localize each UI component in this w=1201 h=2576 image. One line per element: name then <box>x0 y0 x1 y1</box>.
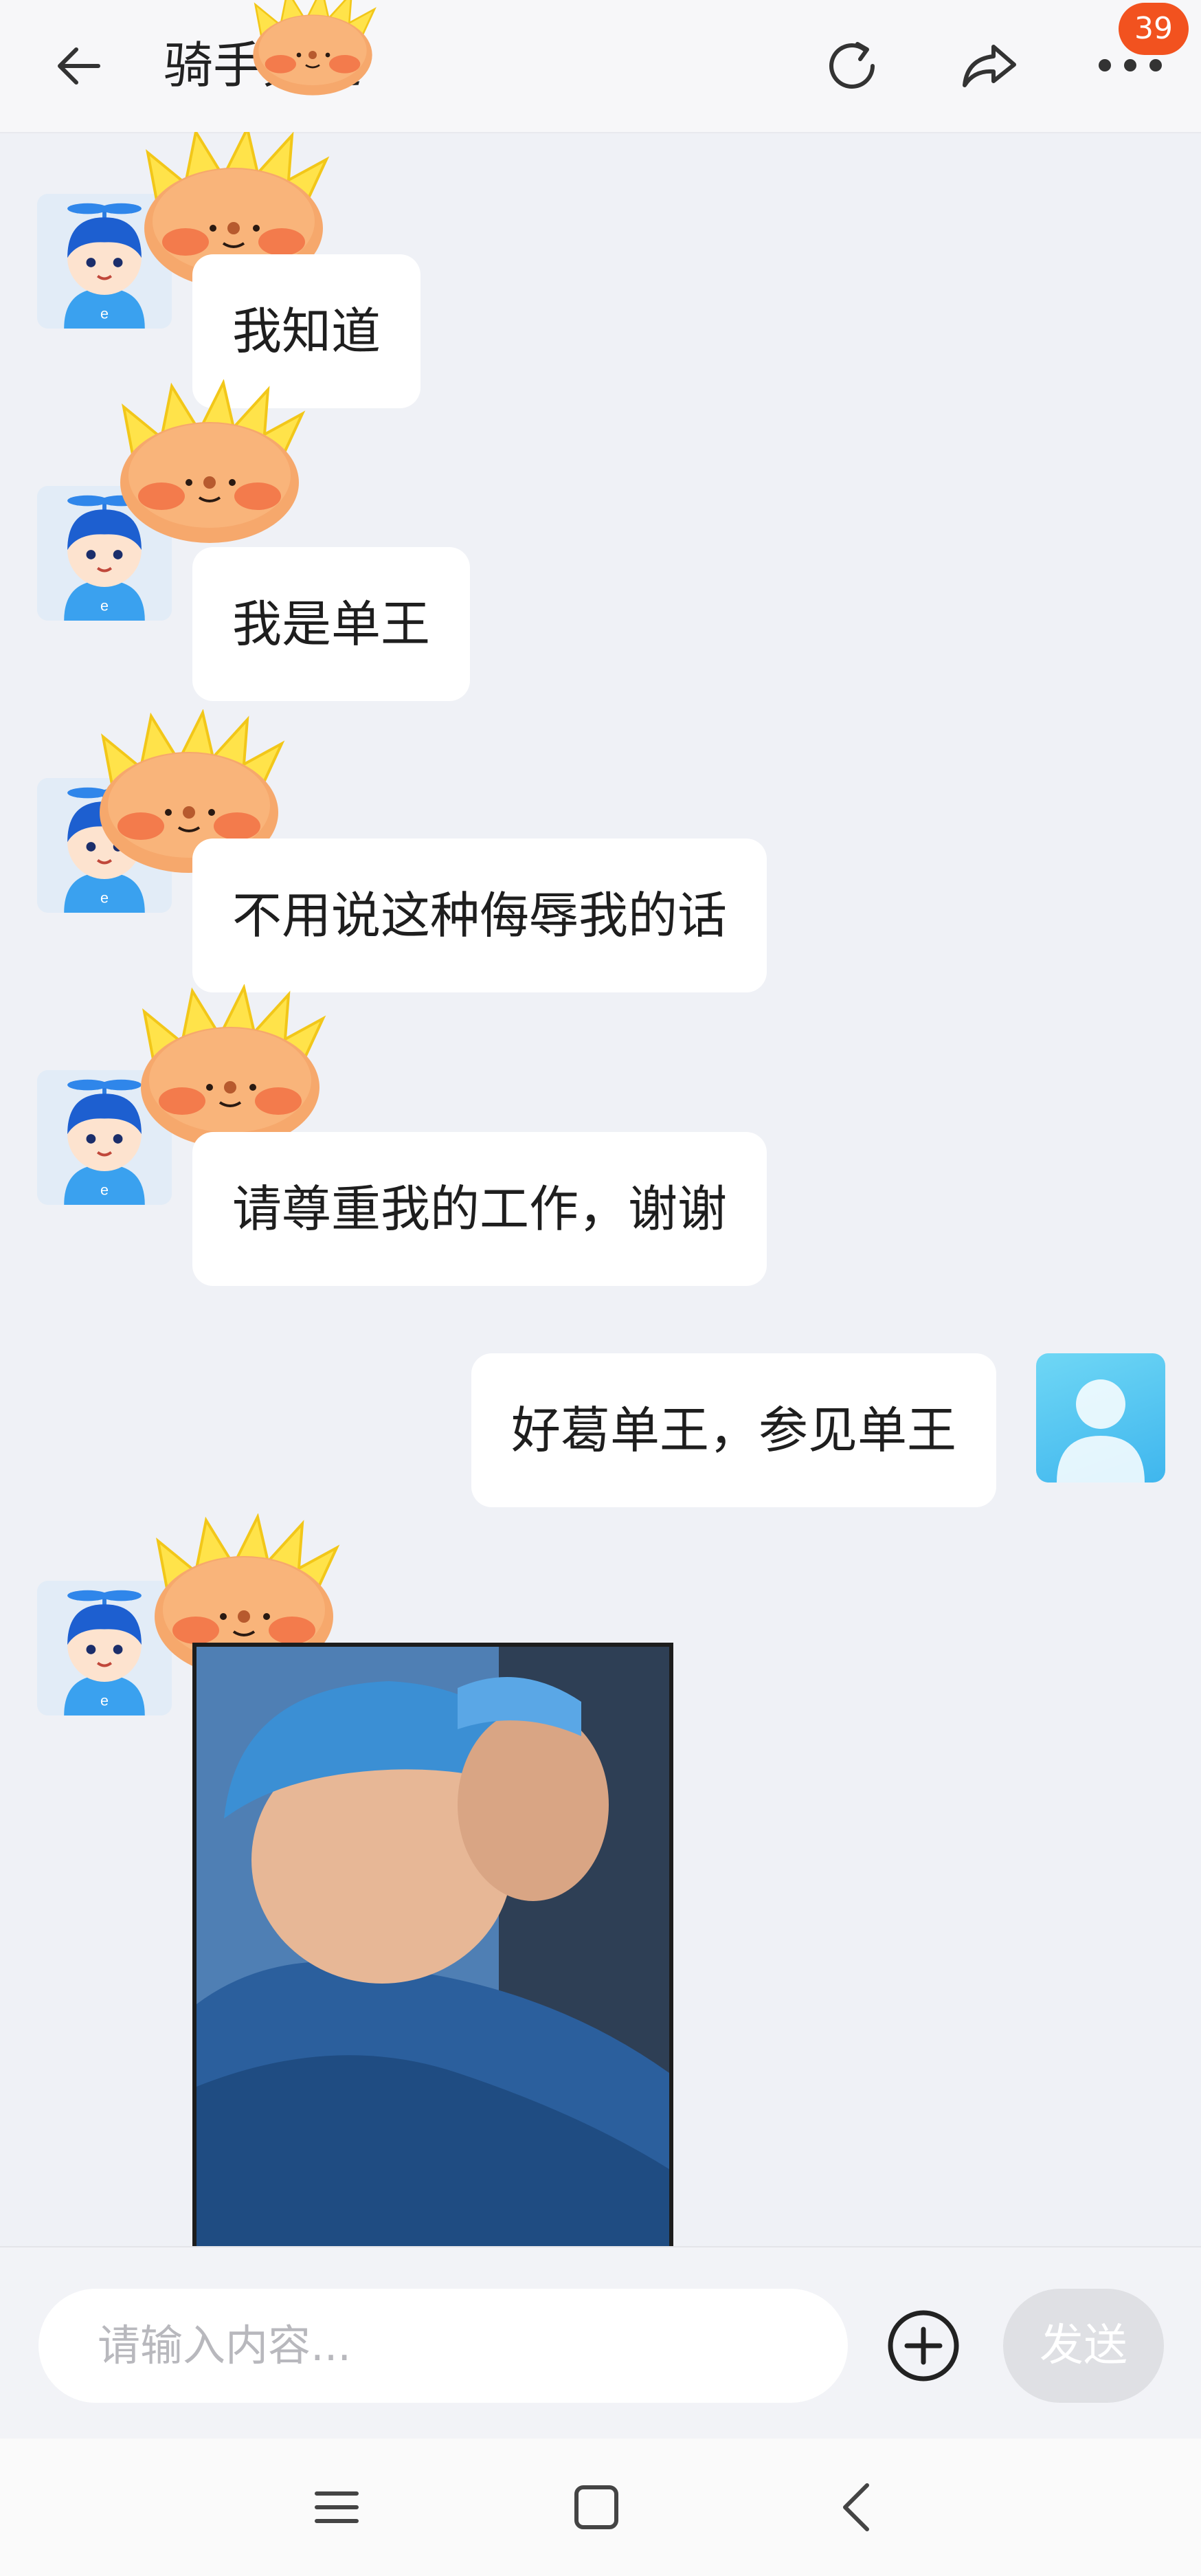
menu-button[interactable] <box>295 2466 378 2549</box>
my-message-bubble[interactable]: 好葛单王，参见单王 <box>471 1353 997 1507</box>
app-header: 骑手频道 39 <box>0 0 1201 133</box>
refresh-icon <box>829 42 875 89</box>
message-bubble[interactable]: 我是单王 <box>192 547 471 701</box>
chat-area[interactable]: 我知道 我是单王 不用说这种侮辱我的话 请尊重我的工作，谢谢 好葛单王，参见单王 <box>0 132 1201 2246</box>
notification-badge: 39 <box>1119 3 1189 55</box>
avatar-sticker <box>96 379 323 544</box>
menu-icon <box>315 2491 359 2523</box>
home-button[interactable] <box>555 2466 638 2549</box>
nav-back-button[interactable] <box>815 2466 897 2549</box>
back-button[interactable] <box>41 32 117 100</box>
back-chevron-icon <box>843 2483 869 2531</box>
back-arrow-icon <box>58 47 100 85</box>
share-icon <box>963 45 1016 87</box>
home-square-icon <box>574 2485 618 2529</box>
system-navbar <box>0 2439 1201 2576</box>
plus-circle-icon <box>888 2310 959 2381</box>
input-bar: 请输入内容... 发送 <box>0 2246 1201 2440</box>
image-message[interactable] <box>192 1643 673 2246</box>
my-avatar[interactable] <box>1036 1353 1165 1483</box>
message-bubble[interactable]: 不用说这种侮辱我的话 <box>192 839 767 992</box>
send-button[interactable]: 发送 <box>1003 2289 1164 2403</box>
share-button[interactable] <box>948 25 1031 107</box>
photo-content <box>197 1647 669 2246</box>
more-icon <box>1099 59 1162 71</box>
user-placeholder-icon <box>1057 1379 1145 1483</box>
avatar-sticker <box>117 984 344 1149</box>
refresh-button[interactable] <box>811 25 893 107</box>
title-sticker <box>234 0 392 96</box>
message-bubble[interactable]: 请尊重我的工作，谢谢 <box>192 1132 767 1286</box>
message-input[interactable]: 请输入内容... <box>38 2289 848 2403</box>
add-button[interactable] <box>882 2297 965 2395</box>
